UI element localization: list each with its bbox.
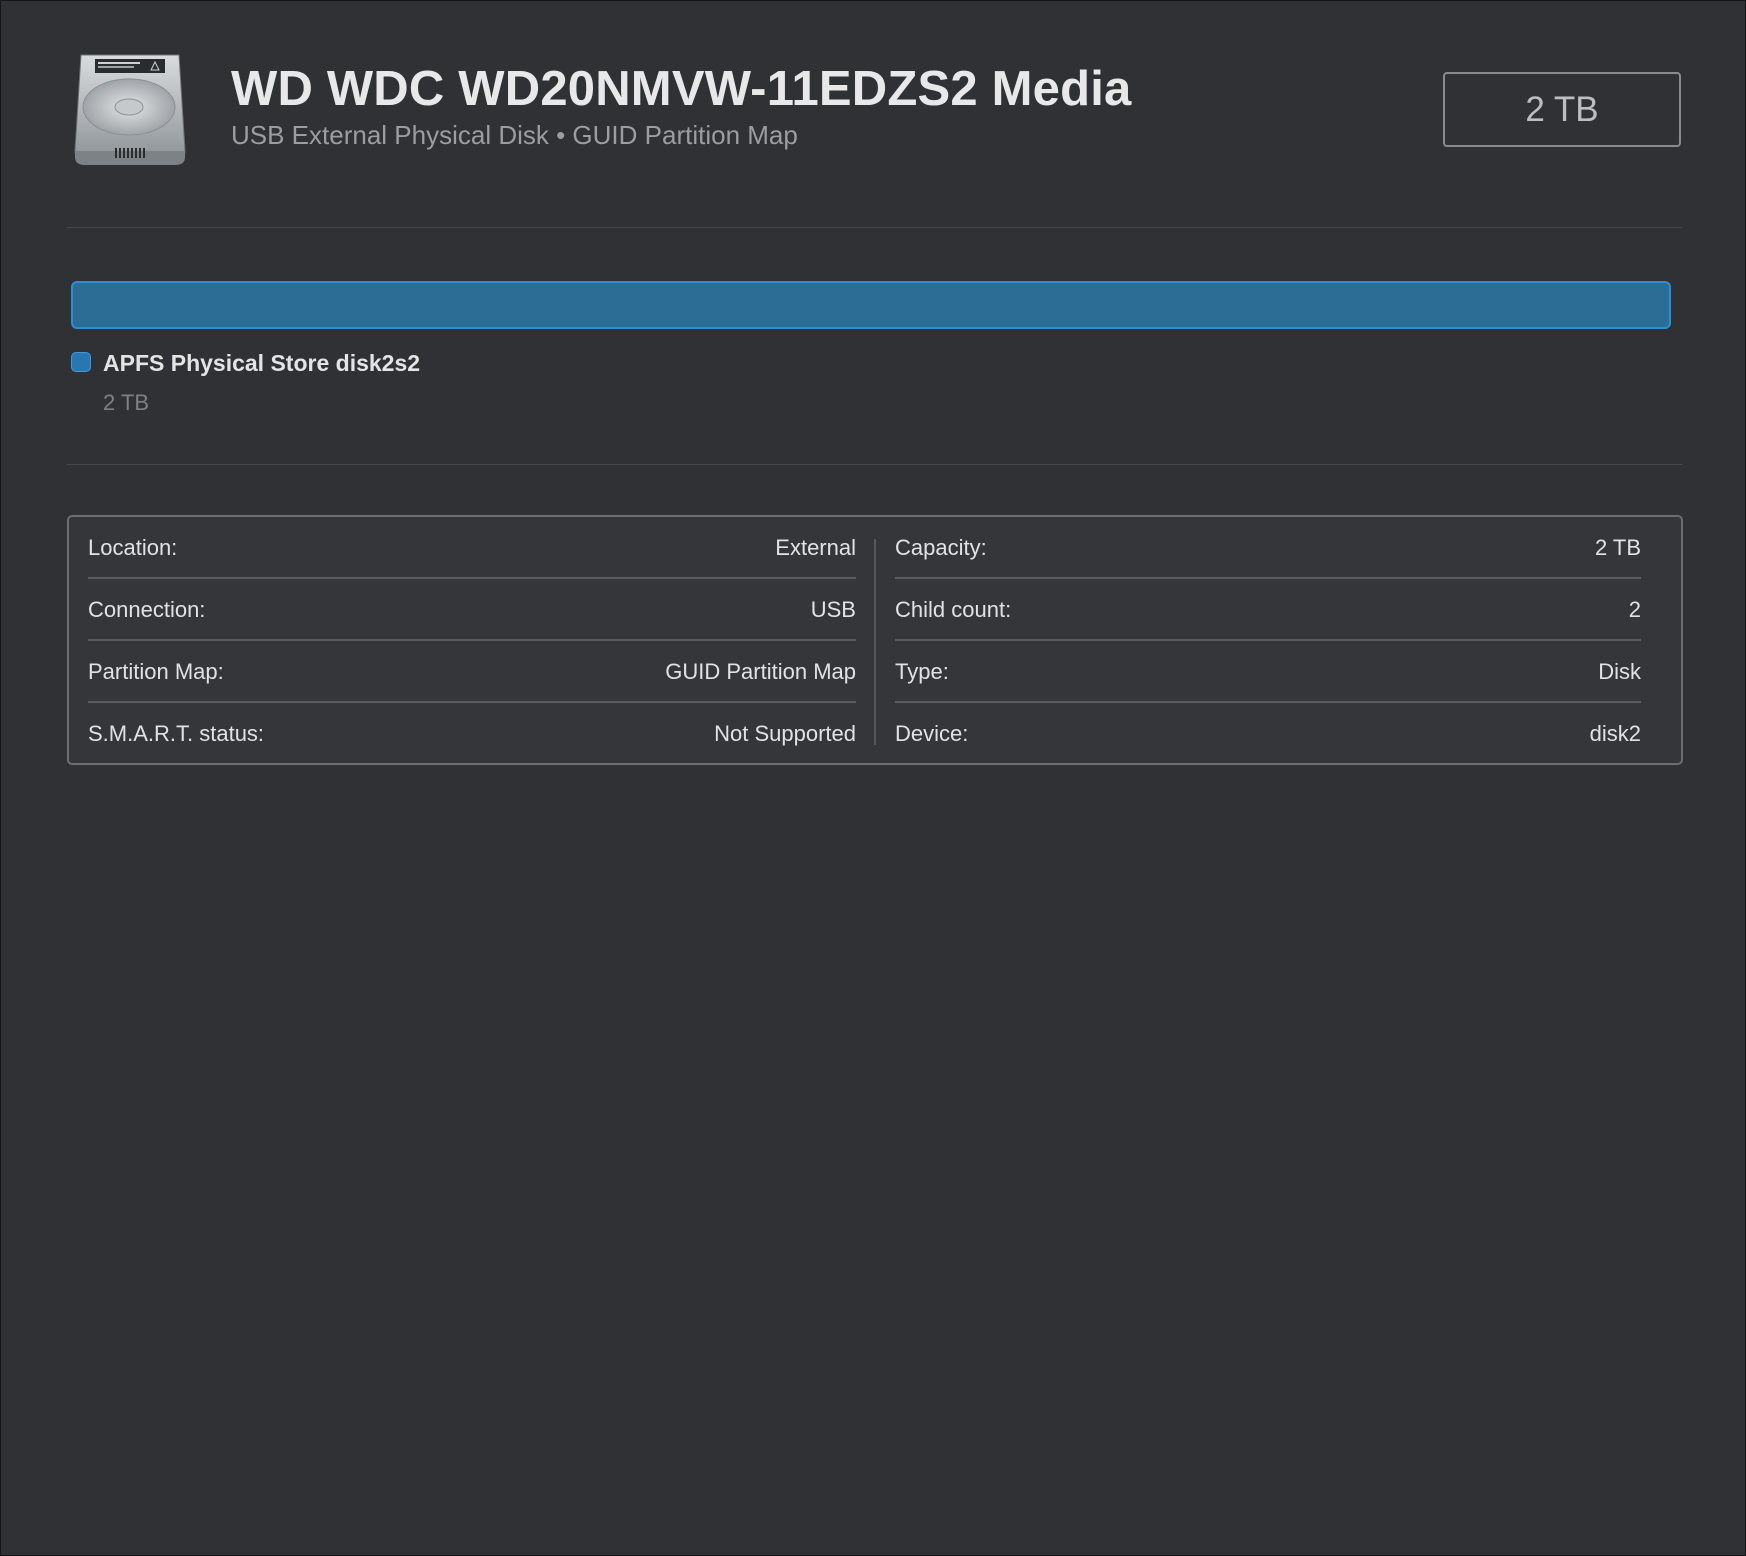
info-row-capacity: Capacity: 2 TB	[895, 517, 1663, 579]
info-label: S.M.A.R.T. status:	[88, 721, 265, 746]
disk-title: WD WDC WD20NMVW-11EDZS2 Media	[231, 62, 1132, 116]
info-value: Not Supported	[714, 721, 856, 746]
disk-info-table: Location: External Connection: USB Parti…	[67, 515, 1683, 765]
info-row-child-count: Child count: 2	[895, 579, 1663, 641]
info-value: Disk	[1598, 659, 1641, 684]
info-value: External	[775, 535, 856, 560]
info-row-connection: Connection: USB	[88, 579, 856, 641]
info-column-left: Location: External Connection: USB Parti…	[88, 517, 856, 765]
info-row-type: Type: Disk	[895, 641, 1663, 703]
info-label: Device:	[895, 721, 969, 746]
disk-subtitle: USB External Physical Disk • GUID Partit…	[231, 120, 798, 150]
info-label: Capacity:	[895, 535, 987, 560]
info-row-smart-status: S.M.A.R.T. status: Not Supported	[88, 703, 856, 765]
info-label: Location:	[88, 535, 178, 560]
capacity-badge: 2 TB	[1443, 72, 1681, 147]
info-row-location: Location: External	[88, 517, 856, 579]
partition-size: 2 TB	[103, 390, 150, 415]
info-value: 2 TB	[1594, 535, 1641, 560]
external-hard-drive-icon	[74, 54, 186, 165]
partition-name: APFS Physical Store disk2s2	[103, 350, 421, 376]
partition-color-swatch	[71, 352, 91, 372]
info-row-device: Device: disk2	[895, 703, 1663, 765]
info-value: GUID Partition Map	[665, 659, 856, 684]
info-value: 2	[1628, 597, 1641, 622]
header-divider	[67, 227, 1683, 228]
partition-map-bar[interactable]	[71, 281, 1671, 329]
info-column-right: Capacity: 2 TB Child count: 2 Type: Disk…	[895, 517, 1663, 765]
info-label: Partition Map:	[88, 659, 224, 684]
info-value: disk2	[1589, 721, 1641, 746]
disk-info-panel: WD WDC WD20NMVW-11EDZS2 Media USB Extern…	[0, 0, 1746, 1556]
partition-divider	[67, 464, 1683, 465]
info-label: Connection:	[88, 597, 206, 622]
info-column-separator	[874, 539, 876, 745]
info-label: Type:	[895, 659, 949, 684]
info-value: USB	[810, 597, 856, 622]
info-row-partition-map: Partition Map: GUID Partition Map	[88, 641, 856, 703]
info-label: Child count:	[895, 597, 1012, 622]
